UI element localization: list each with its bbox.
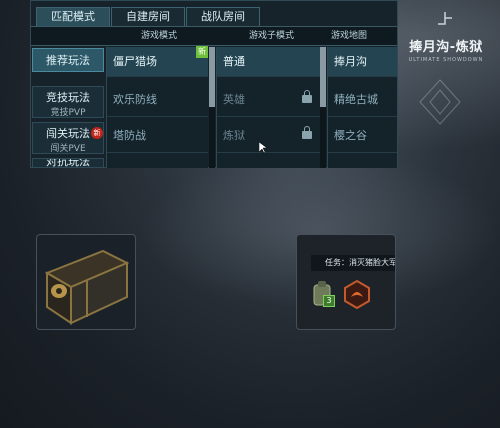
map-logo: 捧月沟-炼狱 ULTIMATE SHOWDOWN [398, 10, 494, 63]
mode-tabs: 匹配模式 自建房间 战队房间 [36, 7, 261, 26]
diamond-ornament-icon [419, 79, 461, 125]
nav-pve[interactable]: 闯关玩法 闯关PVE 新 [32, 122, 104, 154]
column-game-mode: 游戏模式 [141, 31, 178, 41]
sub-mode-normal[interactable]: 普通 [217, 47, 320, 77]
sub-mode-scrollbar[interactable] [320, 47, 326, 168]
game-mode-tower-defense[interactable]: 塔防战 [107, 119, 208, 153]
nav-recommended[interactable]: 推荐玩法 [32, 48, 104, 72]
nav-versus-label: 对抗玩法 [46, 158, 90, 168]
boar-emblem-icon [344, 279, 370, 309]
item-count-badge: 3 [323, 295, 335, 307]
sub-mode-hero-label: 英雄 [223, 93, 245, 106]
nav-recommended-label: 推荐玩法 [46, 54, 90, 67]
sub-mode-list: 普通 英雄 炼狱 [216, 47, 320, 168]
nav-competitive[interactable]: 竞技玩法 竞技PVP [32, 86, 104, 118]
new-tag: 新 [196, 46, 208, 58]
column-headers: 游戏模式 游戏子模式 游戏地图 [31, 26, 397, 46]
sub-mode-purgatory-label: 炼狱 [223, 129, 245, 142]
tab-custom-room[interactable]: 自建房间 [111, 7, 185, 26]
nav-pve-sub: 闯关PVE [50, 144, 86, 154]
map-jingjue-city[interactable]: 精绝古城 [328, 83, 397, 117]
tab-clan-room[interactable]: 战队房间 [186, 7, 260, 26]
logo-title: 捧月沟-炼狱 [409, 40, 483, 55]
nav-competitive-sub: 竞技PVP [50, 108, 86, 118]
map-list: 捧月沟 精绝古城 樱之谷 [327, 47, 397, 168]
map-pengyuegou[interactable]: 捧月沟 [328, 47, 397, 77]
game-mode-scrollbar[interactable] [209, 47, 215, 168]
map-sakura-valley[interactable]: 樱之谷 [328, 119, 397, 153]
column-sub-mode: 游戏子模式 [249, 31, 295, 41]
sub-mode-purgatory[interactable]: 炼狱 [217, 119, 320, 153]
task-text: 任务：消灭猪脸大军 [311, 255, 395, 271]
new-badge: 新 [91, 127, 103, 139]
game-mode-fun-defense[interactable]: 欢乐防线 [107, 83, 208, 117]
lock-icon [302, 126, 312, 139]
cursor-icon [259, 142, 267, 154]
sub-mode-hero[interactable]: 英雄 [217, 83, 320, 117]
scroll-thumb[interactable] [320, 47, 326, 107]
column-map: 游戏地图 [331, 31, 368, 41]
chest-slot[interactable] [36, 234, 136, 330]
nav-competitive-label: 竞技玩法 [46, 91, 90, 104]
logo-tagline: ULTIMATE SHOWDOWN [408, 57, 484, 63]
treasure-chest-icon [44, 249, 130, 325]
logo-emblem-icon [438, 12, 452, 25]
tab-match-mode[interactable]: 匹配模式 [36, 7, 110, 26]
nav-versus[interactable]: 对抗玩法 [32, 158, 104, 168]
task-slot[interactable]: 任务：消灭猪脸大军 3 [296, 234, 396, 330]
lock-icon [302, 90, 312, 103]
game-mode-list: 僵尸猎场 欢乐防线 塔防战 [106, 47, 208, 168]
scroll-thumb[interactable] [209, 47, 215, 107]
game-mode-zombie-hunt[interactable]: 僵尸猎场 [107, 47, 208, 77]
